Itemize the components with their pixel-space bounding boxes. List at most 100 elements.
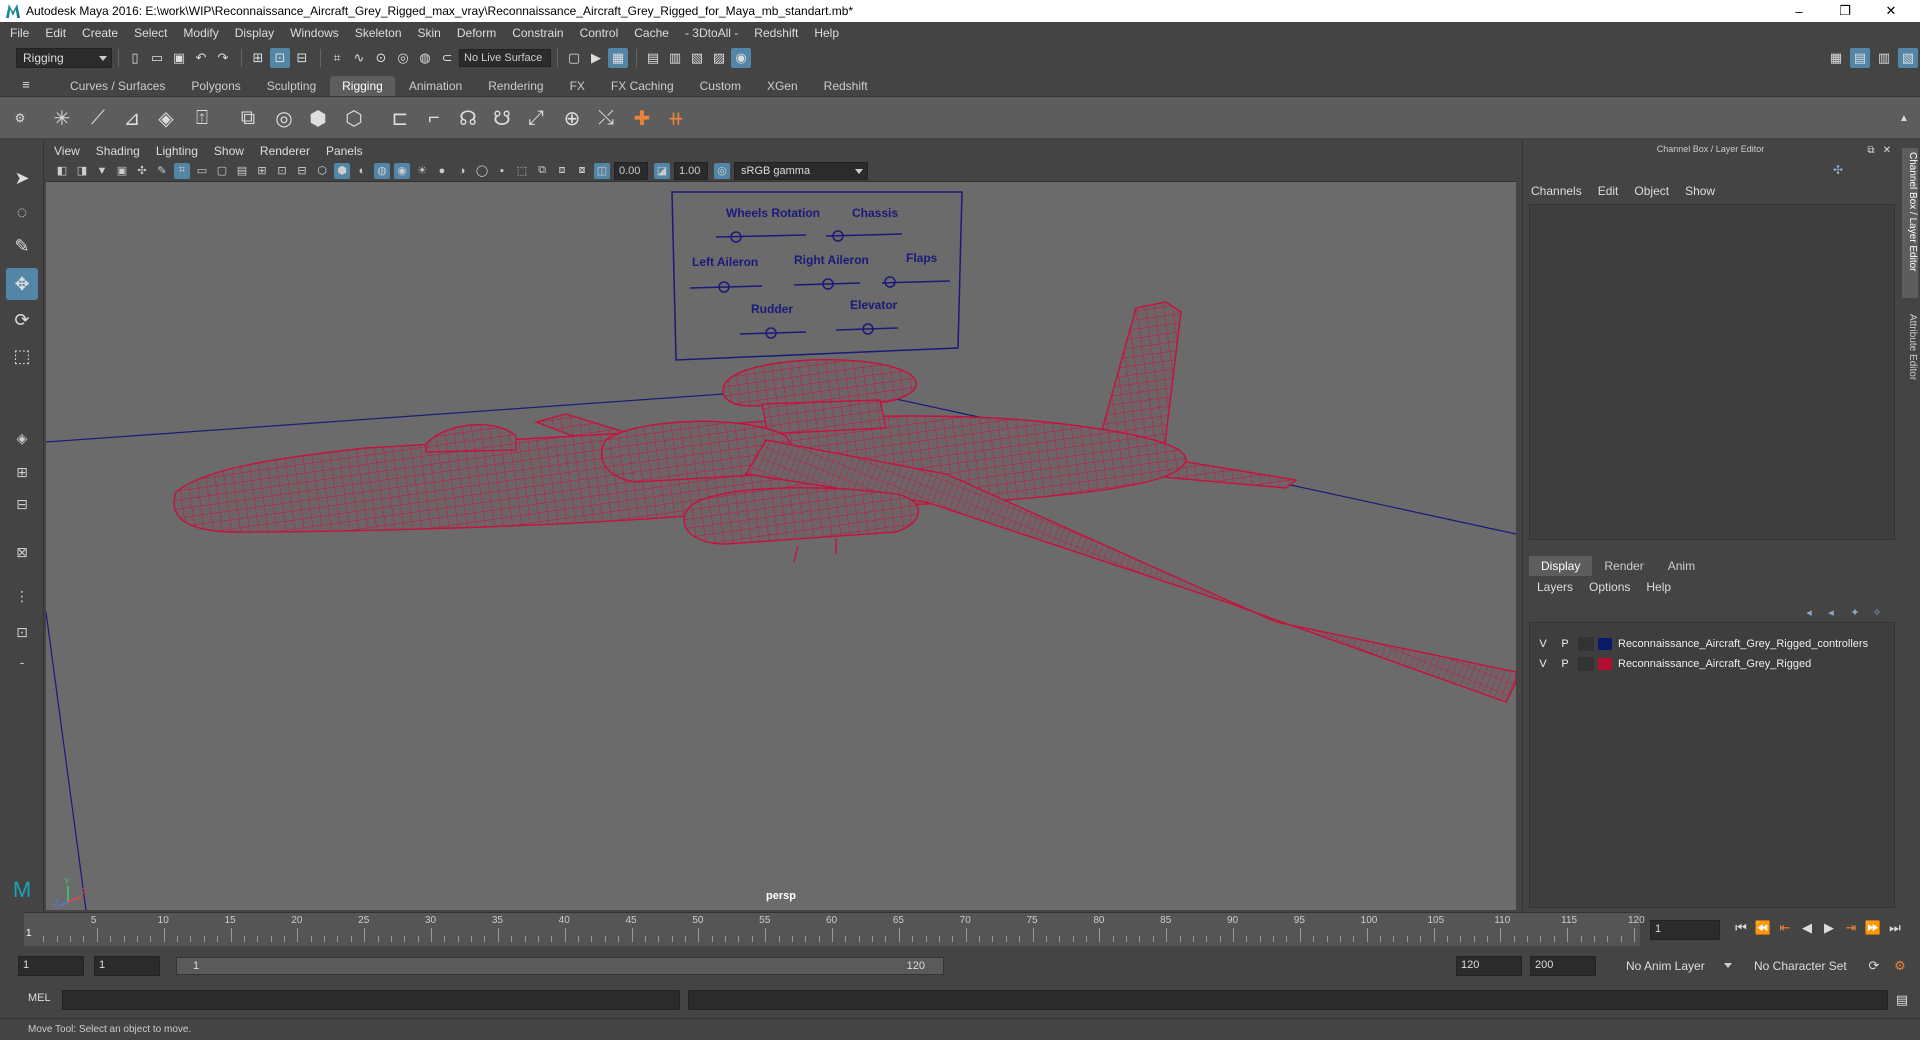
step-forward-key-icon[interactable]: ⏩ [1862, 920, 1884, 936]
camera-attributes-icon[interactable]: ◨ [74, 163, 90, 179]
menu-windows[interactable]: Windows [290, 26, 339, 40]
shelf-tab-animation[interactable]: Animation [397, 76, 474, 96]
float-panel-icon[interactable]: ⧉ [1864, 140, 1878, 160]
channel-box-area[interactable] [1529, 204, 1895, 540]
close-button[interactable]: ✕ [1868, 0, 1914, 22]
undo-icon[interactable]: ↶ [191, 48, 211, 68]
render-frame-icon[interactable]: ▥ [665, 48, 685, 68]
render-settings-icon[interactable]: ▨ [709, 48, 729, 68]
layer-row[interactable]: V P Reconnaissance_Aircraft_Grey_Rigged_… [1534, 635, 1892, 653]
screen-space-ao-icon[interactable]: ◑ [454, 163, 470, 179]
menu-display[interactable]: Display [235, 26, 274, 40]
shelf-tab-rigging[interactable]: Rigging [330, 76, 395, 96]
snap-surface-icon[interactable]: ◍ [415, 48, 435, 68]
grid-toggle-icon[interactable]: ⌗ [174, 162, 190, 179]
wire-deformer-icon[interactable]: ☋ [486, 102, 518, 134]
menu-modify[interactable]: Modify [183, 26, 218, 40]
use-lights-icon[interactable]: ☀ [414, 163, 430, 179]
viewport-menu-renderer[interactable]: Renderer [260, 144, 310, 158]
four-view-icon[interactable]: ⊞ [8, 460, 36, 484]
menu-edit[interactable]: Edit [45, 26, 66, 40]
grease-pencil-icon[interactable]: ✎ [154, 163, 170, 179]
playback-end-field[interactable]: 120 [1456, 956, 1522, 976]
select-camera-icon[interactable]: ◧ [54, 163, 70, 179]
wrap-deformer-icon[interactable]: ☊ [452, 102, 484, 134]
point-constraint-icon[interactable]: ⊕ [556, 102, 588, 134]
viewport-menu-shading[interactable]: Shading [96, 144, 140, 158]
smooth-shade-icon[interactable]: ⬢ [334, 162, 350, 179]
character-set-dropdown[interactable]: No Character Set [1748, 956, 1864, 976]
go-to-end-icon[interactable]: ⏭ [1884, 920, 1906, 936]
resolution-gate-icon[interactable]: ▢ [214, 163, 230, 179]
command-input[interactable] [62, 990, 680, 1010]
textured-icon[interactable]: ◉ [394, 162, 410, 179]
animation-prefs-icon[interactable]: ⚙ [1890, 956, 1910, 976]
layer-menu-options[interactable]: Options [1589, 580, 1630, 594]
select-component-icon[interactable]: ⊟ [292, 48, 312, 68]
menu-create[interactable]: Create [82, 26, 118, 40]
shelf-tab-fx-caching[interactable]: FX Caching [599, 76, 686, 96]
shelf-tab-curves-surfaces[interactable]: Curves / Surfaces [58, 76, 177, 96]
paint-weights-icon[interactable]: ⬡ [338, 102, 370, 134]
shelf-tab-rendering[interactable]: Rendering [476, 76, 555, 96]
more-layouts-icon[interactable]: - [8, 650, 36, 674]
move-layer-up-icon[interactable]: ◂ [1799, 602, 1819, 622]
controller-board[interactable]: Wheels Rotation Chassis Left Aileron Rig… [671, 191, 963, 361]
shelf-scroll-up-icon[interactable]: ▲ [1894, 102, 1914, 134]
layer-type-toggle[interactable] [1578, 657, 1594, 671]
persp-graph-icon[interactable]: ⊠ [8, 540, 36, 564]
shelf-tab-xgen[interactable]: XGen [755, 76, 810, 96]
command-language-label[interactable]: MEL [28, 992, 51, 1004]
orient-constraint-icon[interactable]: ⧺ [660, 102, 692, 134]
viewport-menu-lighting[interactable]: Lighting [156, 144, 198, 158]
aim-constraint-icon[interactable]: ⤯ [590, 102, 622, 134]
layer-tab-display[interactable]: Display [1529, 556, 1593, 576]
scale-tool-icon[interactable]: ⬚ [6, 340, 38, 372]
input-output-icon[interactable]: ▢ [564, 48, 584, 68]
layer-playback-toggle[interactable]: P [1556, 658, 1574, 670]
side-tab-channel-box[interactable]: Channel Box / Layer Editor [1902, 148, 1918, 298]
step-back-frame-icon[interactable]: ⇤ [1774, 920, 1796, 936]
select-object-icon[interactable]: ⊡ [270, 48, 290, 68]
gate-mask-icon[interactable]: ▤ [234, 163, 250, 179]
channel-box-toggle-icon[interactable]: ▧ [1898, 48, 1918, 68]
bind-skin-icon[interactable]: ⧉ [232, 102, 264, 134]
perspective-viewport[interactable]: Wheels Rotation Chassis Left Aileron Rig… [46, 182, 1516, 910]
range-slider[interactable]: 1 120 [176, 957, 944, 975]
parent-constraint-icon[interactable]: ✚ [626, 102, 658, 134]
shelf-tab-polygons[interactable]: Polygons [179, 76, 252, 96]
animation-end-field[interactable]: 200 [1530, 956, 1596, 976]
hypershade-persp-icon[interactable]: ⋮ [8, 584, 36, 608]
script-editor-icon[interactable]: ▤ [1892, 990, 1912, 1010]
snap-point-icon[interactable]: ⊙ [371, 48, 391, 68]
step-forward-frame-icon[interactable]: ⇥ [1840, 920, 1862, 936]
layer-type-toggle[interactable] [1578, 637, 1594, 651]
default-material-icon[interactable]: ◐ [354, 163, 370, 179]
layer-tab-render[interactable]: Render [1592, 556, 1655, 576]
select-tool-icon[interactable]: ➤ [6, 162, 38, 194]
snap-view-icon[interactable]: ◎ [393, 48, 413, 68]
tool-settings-icon[interactable]: ▥ [1874, 48, 1894, 68]
gamma-icon[interactable]: ◪ [654, 162, 670, 179]
viewport-menu-view[interactable]: View [54, 144, 80, 158]
move-layer-down-icon[interactable]: ◂ [1821, 602, 1841, 622]
attribute-editor-toggle-icon[interactable]: ▤ [1850, 48, 1870, 68]
menu-select[interactable]: Select [134, 26, 167, 40]
persp-outliner-icon[interactable]: ⊟ [8, 492, 36, 516]
menu-help[interactable]: Help [814, 26, 839, 40]
motion-blur-icon[interactable]: ◯ [474, 163, 490, 179]
layer-color-swatch[interactable] [1598, 638, 1612, 650]
menu-control[interactable]: Control [580, 26, 619, 40]
channel-menu-object[interactable]: Object [1634, 184, 1669, 198]
time-slider[interactable]: 5 10 15 20 25 30 35 40 45 50 55 60 65 70 75 80 85 90 95 100… [24, 912, 1645, 946]
menu-file[interactable]: File [10, 26, 29, 40]
shelf-tab-fx[interactable]: FX [558, 76, 597, 96]
joint-tool-icon[interactable]: ✳ [46, 102, 78, 134]
layer-menu-layers[interactable]: Layers [1537, 580, 1573, 594]
anim-layer-dropdown[interactable]: No Anim Layer [1620, 956, 1736, 976]
exposure-field[interactable]: 0.00 [614, 161, 648, 180]
modeling-toolkit-icon[interactable]: ▦ [1826, 48, 1846, 68]
bookmark-icon[interactable]: ▼ [94, 163, 110, 179]
play-backward-icon[interactable]: ◀ [1796, 920, 1818, 936]
smooth-bind-icon[interactable]: ◎ [268, 102, 300, 134]
